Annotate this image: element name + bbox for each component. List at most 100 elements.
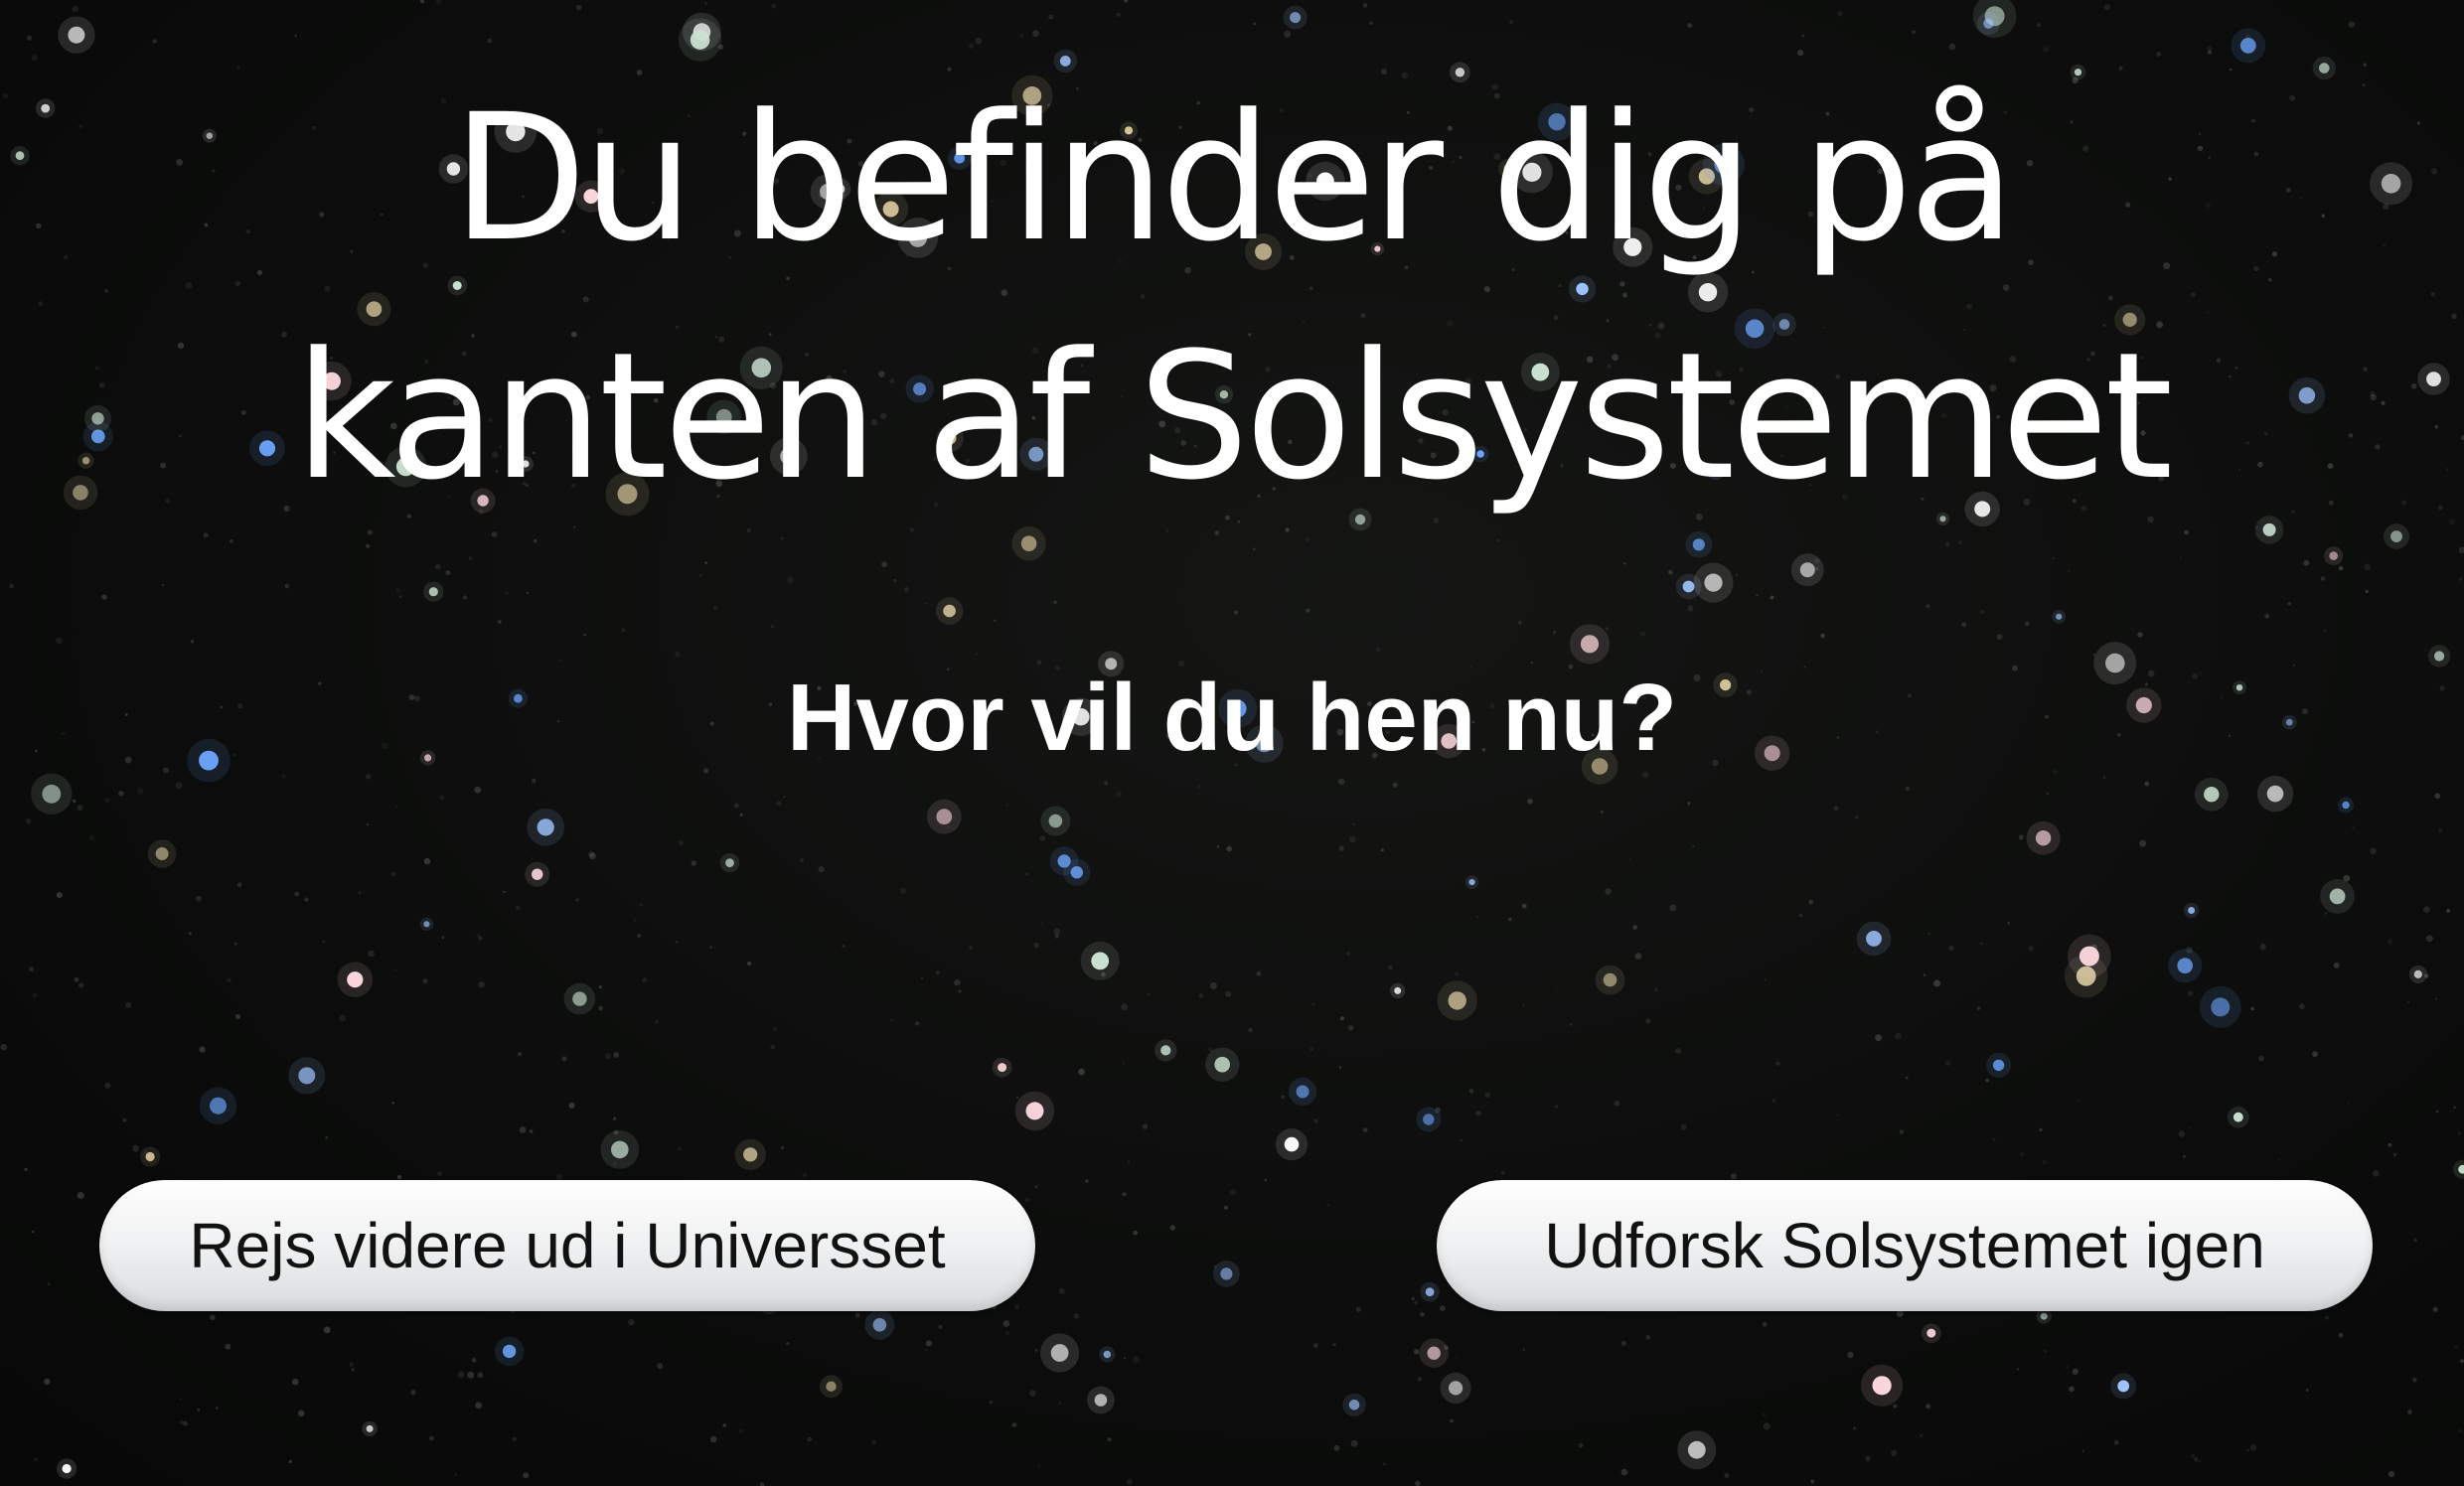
dust-speck <box>1362 1127 1368 1132</box>
dust-speck <box>2324 911 2328 915</box>
dust-speck <box>137 788 144 795</box>
dust-speck <box>589 852 596 860</box>
dust-speck <box>1058 1401 1062 1406</box>
dust-speck <box>1958 540 1962 545</box>
dust-speck <box>1124 1357 1127 1360</box>
dust-speck <box>2323 629 2327 633</box>
explore-solar-system-button[interactable]: Udforsk Solsystemet igen <box>1437 1180 2373 1311</box>
dust-speck <box>2043 47 2049 53</box>
dust-speck <box>1837 11 1843 17</box>
dust-speck <box>2103 4 2110 11</box>
dust-speck <box>358 891 362 895</box>
dust-speck <box>1797 49 1804 57</box>
dust-speck <box>104 1083 111 1089</box>
dust-speck <box>503 890 506 893</box>
dust-speck <box>1226 845 1232 852</box>
dust-speck <box>462 595 467 600</box>
dust-speck <box>691 860 696 866</box>
dust-speck <box>1668 569 1673 575</box>
dust-speck <box>1570 1023 1573 1026</box>
dust-speck <box>2352 825 2356 830</box>
dust-speck <box>1925 1404 1931 1410</box>
dust-speck <box>24 1167 28 1171</box>
dust-speck <box>77 805 83 812</box>
dust-speck <box>1024 1197 1029 1202</box>
dust-speck <box>29 966 35 972</box>
dust-speck <box>598 1005 603 1011</box>
dust-speck <box>2139 839 2147 847</box>
dust-speck <box>1508 917 1512 922</box>
dust-speck <box>576 5 582 11</box>
star <box>1687 1440 1706 1459</box>
dust-speck <box>101 594 107 600</box>
dust-speck <box>2278 1158 2281 1161</box>
dust-speck <box>2007 921 2010 925</box>
dust-speck <box>1225 990 1232 997</box>
dust-speck <box>1034 1348 1038 1352</box>
star <box>1692 538 1705 551</box>
dust-speck <box>1016 1097 1019 1100</box>
dust-speck <box>1925 604 1930 609</box>
dust-speck <box>132 1144 139 1152</box>
dust-speck <box>2435 997 2437 1000</box>
dust-speck <box>1415 1480 1421 1486</box>
star <box>2413 969 2422 979</box>
dust-speck <box>512 1436 517 1441</box>
dust-speck <box>2066 1365 2069 1369</box>
dust-speck <box>583 633 586 637</box>
star <box>2434 651 2445 662</box>
dust-speck <box>118 791 124 797</box>
dust-speck <box>1078 1068 1085 1076</box>
dust-speck <box>975 652 979 656</box>
dust-speck <box>477 1372 484 1379</box>
star <box>2211 997 2231 1017</box>
dust-speck <box>2423 649 2427 653</box>
question-heading: Hvor vil du hen nu? <box>786 665 1677 771</box>
dust-speck <box>1312 1343 1318 1349</box>
dust-speck <box>475 1402 482 1410</box>
dust-speck <box>2373 1170 2380 1177</box>
star <box>1926 1328 1936 1338</box>
dust-speck <box>161 584 165 587</box>
dust-speck <box>0 1043 7 1051</box>
dust-speck <box>2018 834 2024 840</box>
dust-speck <box>1554 988 1557 991</box>
dust-speck <box>1455 1356 1458 1359</box>
dust-speck <box>2370 847 2377 854</box>
dust-speck <box>2258 1055 2264 1062</box>
dust-speck <box>1348 835 1356 843</box>
dust-speck <box>1311 1002 1315 1006</box>
dust-speck <box>1639 631 1646 638</box>
dust-speck <box>152 39 157 44</box>
dust-speck <box>1992 1137 1996 1141</box>
dust-speck <box>2407 1000 2410 1003</box>
dust-speck <box>1764 978 1767 981</box>
dust-speck <box>786 1341 790 1346</box>
dust-speck <box>2207 50 2213 55</box>
star <box>1872 1376 1892 1396</box>
dust-speck <box>1411 1296 1416 1301</box>
dust-speck <box>938 1324 943 1329</box>
dust-speck <box>1133 1356 1141 1364</box>
dust-speck <box>197 1408 201 1412</box>
dust-speck <box>233 942 237 946</box>
travel-to-universe-button[interactable]: Rejs videre ud i Universset <box>99 1180 1035 1311</box>
dust-speck <box>739 813 743 817</box>
dust-speck <box>1339 1016 1344 1021</box>
dust-speck <box>2338 565 2344 571</box>
dust-speck <box>2365 589 2369 594</box>
dust-speck <box>1116 13 1121 17</box>
star <box>2342 801 2350 810</box>
dust-speck <box>395 588 401 594</box>
dust-speck <box>657 1363 664 1370</box>
dust-speck <box>2305 1389 2309 1392</box>
dust-speck <box>1388 966 1393 970</box>
dust-speck <box>1961 622 1967 628</box>
dust-speck <box>288 1459 292 1463</box>
dust-speck <box>349 1362 354 1367</box>
dust-speck <box>1899 1129 1905 1134</box>
dust-speck <box>1209 982 1217 989</box>
dust-speck <box>1890 1449 1898 1457</box>
dust-speck <box>920 976 924 979</box>
dust-speck <box>675 941 679 944</box>
